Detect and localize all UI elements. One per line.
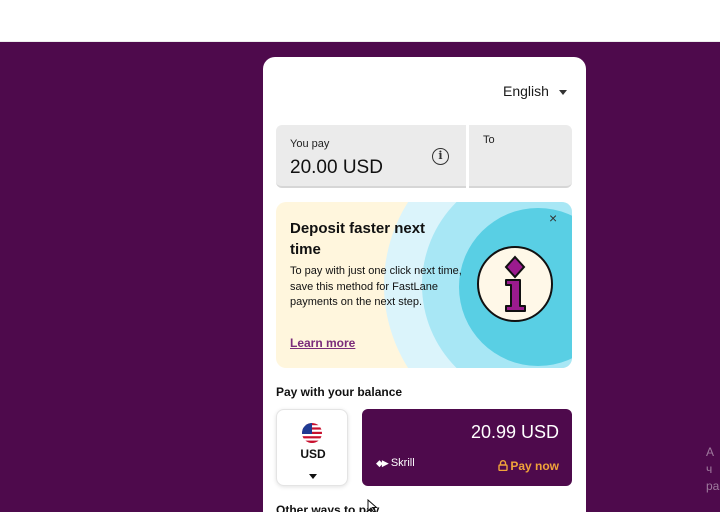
you-pay-field[interactable]: You pay 20.00 USD i: [276, 125, 466, 188]
language-selector[interactable]: English: [503, 83, 567, 99]
learn-more-link[interactable]: Learn more: [290, 336, 355, 350]
other-ways-heading: Other ways to pay: [276, 503, 380, 512]
us-flag-icon: [302, 423, 322, 443]
info-illustration-icon: [477, 246, 553, 322]
chevron-down-icon: [309, 474, 317, 479]
to-label: To: [483, 134, 495, 146]
close-icon[interactable]: ×: [549, 210, 557, 226]
wallet-name: Skrill: [390, 457, 415, 469]
pay-now-button[interactable]: Pay now: [498, 459, 559, 473]
promo-description: To pay with just one click next time, sa…: [290, 265, 462, 308]
payment-card: English You pay 20.00 USD i To Deposit f…: [263, 57, 586, 512]
pay-with-balance-heading: Pay with your balance: [276, 385, 403, 399]
pay-now-label: Pay now: [510, 459, 559, 473]
currency-selector[interactable]: USD: [276, 409, 348, 486]
to-field[interactable]: To: [469, 125, 572, 188]
balance-pay-card[interactable]: 20.99 USD ◆▶ Skrill Pay now: [362, 409, 572, 486]
currency-code: USD: [300, 447, 326, 461]
background-overlay-text: Aч ра: [706, 445, 720, 493]
balance-amount: 20.99 USD: [470, 422, 559, 442]
skrill-logo-icon: ◆▶: [376, 458, 389, 468]
fastlane-promo-banner: Deposit faster next time To pay with jus…: [276, 202, 572, 368]
language-label: English: [503, 83, 549, 99]
info-icon[interactable]: i: [432, 148, 449, 165]
mouse-cursor-icon: [367, 499, 378, 512]
top-bar: [0, 0, 720, 42]
wallet-brand: ◆▶ Skrill: [376, 457, 415, 469]
promo-title: Deposit faster next time: [290, 220, 426, 258]
lock-icon: [498, 460, 509, 471]
chevron-down-icon: [558, 89, 567, 95]
you-pay-amount: 20.00 USD: [290, 157, 383, 178]
you-pay-label: You pay: [290, 138, 330, 150]
